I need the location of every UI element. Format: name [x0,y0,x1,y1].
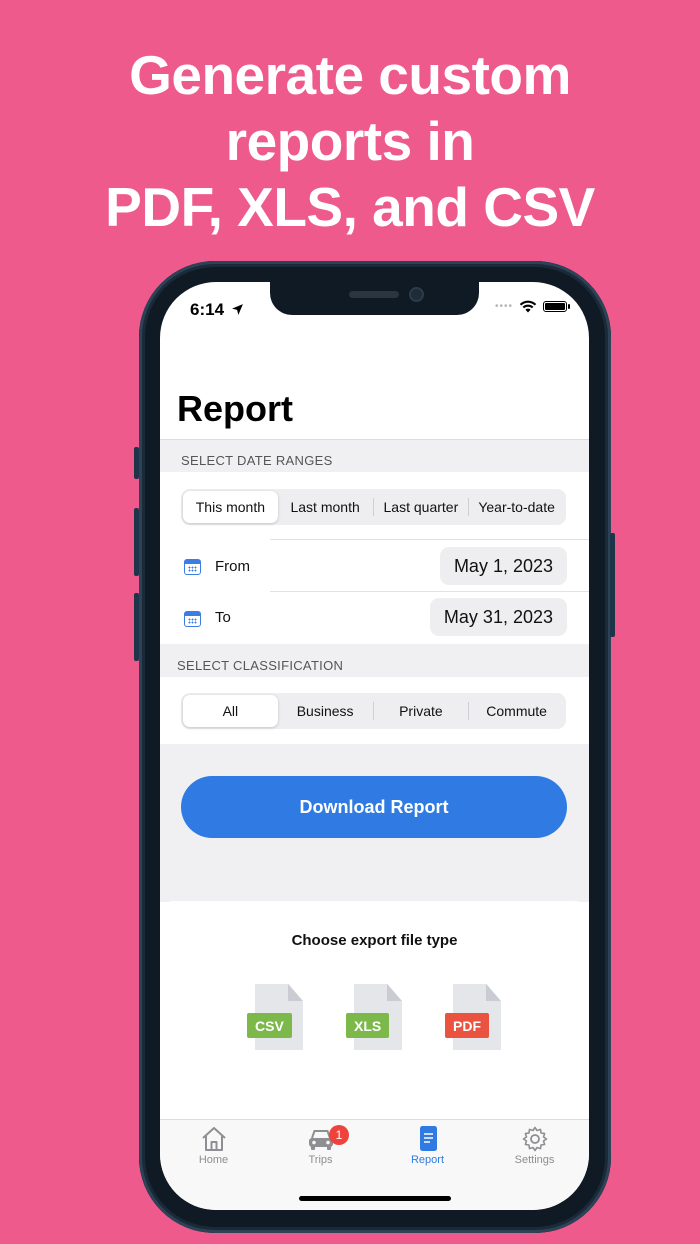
date-section-label: SELECT DATE RANGES [181,453,333,468]
date-range-segmented-control: This month Last month Last quarter Year-… [181,489,566,525]
wifi-icon [519,300,537,313]
speaker [349,291,399,298]
classification-card: All Business Private Commute [160,677,589,744]
classification-segmented-control: All Business Private Commute [181,693,566,729]
xls-file-option[interactable]: XLS [346,984,402,1050]
phone-screen: 6:14 •••• Report SELECT DATE RANGES This… [160,282,589,1210]
csv-tag: CSV [247,1013,292,1038]
export-sheet: Choose export file type CSV XLS PDF [160,901,589,1121]
calendar-icon [184,611,201,627]
tab-settings[interactable]: Settings [481,1126,588,1166]
from-label: From [215,558,250,575]
seg-last-month[interactable]: Last month [278,491,373,523]
phone-mute-switch [134,447,139,479]
pdf-file-option[interactable]: PDF [445,984,501,1050]
tab-trips[interactable]: Trips 1 [267,1125,374,1166]
battery-icon [543,301,570,312]
phone-power-button [610,533,615,637]
from-date-row[interactable]: From May 1, 2023 [160,541,589,593]
tab-report[interactable]: Report [374,1126,481,1166]
seg-all[interactable]: All [183,695,278,727]
signal-dots-icon: •••• [494,301,513,312]
trips-badge: 1 [329,1125,349,1145]
status-time: 6:14 [190,300,244,320]
status-indicators: •••• [494,300,570,313]
csv-file-option[interactable]: CSV [247,984,303,1050]
page-title: Report [177,388,293,429]
location-arrow-icon [231,304,243,315]
headline-line-3: PDF, XLS, and CSV [105,176,595,238]
date-range-card: This month Last month Last quarter Year-… [160,472,589,644]
seg-last-quarter[interactable]: Last quarter [374,491,469,523]
to-date-picker[interactable]: May 31, 2023 [429,598,567,636]
from-date-picker[interactable]: May 1, 2023 [439,547,567,585]
document-icon [419,1126,437,1151]
tab-settings-label: Settings [514,1154,555,1166]
tab-bar: Home Trips 1 Report Settings [160,1119,589,1210]
row-divider [270,539,589,540]
front-camera [409,287,424,302]
home-indicator [299,1196,451,1201]
gear-icon [522,1126,547,1152]
export-sheet-title: Choose export file type [291,932,458,949]
seg-commute[interactable]: Commute [469,695,564,727]
calendar-icon [184,559,201,575]
to-label: To [215,609,231,626]
xls-tag: XLS [346,1013,390,1038]
to-date-row[interactable]: To May 31, 2023 [160,592,589,644]
tab-report-label: Report [410,1154,445,1166]
house-icon [201,1127,226,1151]
phone-volume-up [134,508,139,576]
tab-home[interactable]: Home [160,1126,267,1166]
phone-volume-down [134,593,139,661]
promo-headline: Generate custom reports in PDF, XLS, and… [0,42,700,240]
tab-home-label: Home [198,1154,229,1166]
notch [270,282,479,315]
pdf-tag: PDF [445,1013,489,1038]
seg-year-to-date[interactable]: Year-to-date [469,491,564,523]
download-report-button[interactable]: Download Report [181,776,567,838]
headline-line-1: Generate custom [129,44,571,106]
seg-business[interactable]: Business [278,695,373,727]
seg-this-month[interactable]: This month [183,491,278,523]
tab-trips-label: Trips [308,1154,333,1166]
classification-section-label: SELECT CLASSIFICATION [177,658,344,673]
headline-line-2: reports in [225,110,475,172]
seg-private[interactable]: Private [374,695,469,727]
